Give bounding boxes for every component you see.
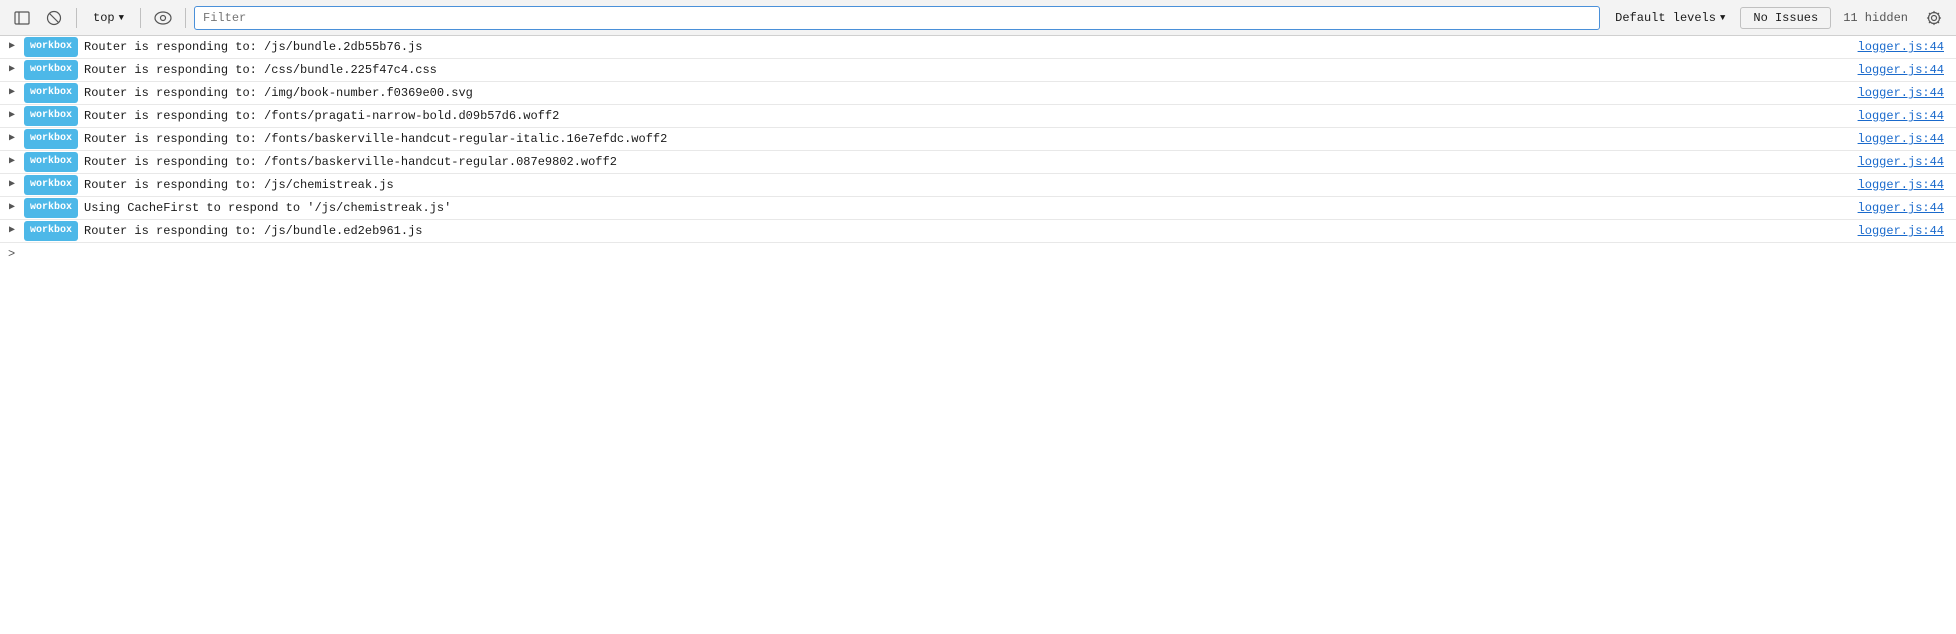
levels-button[interactable]: Default levels ▼	[1604, 7, 1736, 29]
log-entry: ▶ workbox Router is responding to: /font…	[0, 105, 1956, 128]
expand-arrow-7[interactable]: ▶	[0, 199, 24, 217]
bottom-prompt: >	[0, 243, 1956, 265]
log-message-3: Router is responding to: /fonts/pragati-…	[84, 107, 1842, 125]
log-entry: ▶ workbox Router is responding to: /img/…	[0, 82, 1956, 105]
log-list: ▶ workbox Router is responding to: /js/b…	[0, 36, 1956, 243]
workbox-badge-1: workbox	[24, 60, 78, 80]
prompt-arrow[interactable]: >	[8, 247, 15, 261]
console-settings-button[interactable]	[1920, 6, 1948, 30]
sidebar-toggle-icon	[14, 10, 30, 26]
log-entry: ▶ workbox Router is responding to: /js/b…	[0, 36, 1956, 59]
log-message-7: Using CacheFirst to respond to '/js/chem…	[84, 199, 1842, 217]
log-entry: ▶ workbox Router is responding to: /font…	[0, 128, 1956, 151]
clear-console-button[interactable]	[40, 6, 68, 30]
expand-arrow-4[interactable]: ▶	[0, 130, 24, 148]
workbox-badge-5: workbox	[24, 152, 78, 172]
log-message-2: Router is responding to: /img/book-numbe…	[84, 84, 1842, 102]
context-chevron-icon: ▼	[119, 13, 124, 23]
workbox-badge-0: workbox	[24, 37, 78, 57]
log-entry: ▶ workbox Using CacheFirst to respond to…	[0, 197, 1956, 220]
expand-arrow-6[interactable]: ▶	[0, 176, 24, 194]
workbox-badge-3: workbox	[24, 106, 78, 126]
log-message-4: Router is responding to: /fonts/baskervi…	[84, 130, 1842, 148]
log-source-6[interactable]: logger.js:44	[1842, 176, 1956, 194]
clear-icon	[46, 10, 62, 26]
log-message-5: Router is responding to: /fonts/baskervi…	[84, 153, 1842, 171]
log-source-8[interactable]: logger.js:44	[1842, 222, 1956, 240]
log-source-4[interactable]: logger.js:44	[1842, 130, 1956, 148]
sidebar-toggle-button[interactable]	[8, 6, 36, 30]
expand-arrow-3[interactable]: ▶	[0, 107, 24, 125]
expand-arrow-5[interactable]: ▶	[0, 153, 24, 171]
expand-arrow-8[interactable]: ▶	[0, 222, 24, 240]
log-source-2[interactable]: logger.js:44	[1842, 84, 1956, 102]
levels-label: Default levels	[1615, 11, 1716, 25]
log-source-1[interactable]: logger.js:44	[1842, 61, 1956, 79]
workbox-badge-2: workbox	[24, 83, 78, 103]
workbox-badge-7: workbox	[24, 198, 78, 218]
log-message-1: Router is responding to: /css/bundle.225…	[84, 61, 1842, 79]
context-selector-button[interactable]: top ▼	[85, 9, 132, 27]
log-entry: ▶ workbox Router is responding to: /js/c…	[0, 174, 1956, 197]
log-source-3[interactable]: logger.js:44	[1842, 107, 1956, 125]
eye-icon	[154, 11, 172, 25]
toolbar-divider-2	[140, 8, 141, 28]
log-source-5[interactable]: logger.js:44	[1842, 153, 1956, 171]
workbox-badge-8: workbox	[24, 221, 78, 241]
log-source-7[interactable]: logger.js:44	[1842, 199, 1956, 217]
toolbar-divider-1	[76, 8, 77, 28]
workbox-badge-4: workbox	[24, 129, 78, 149]
issues-label: No Issues	[1753, 11, 1818, 25]
console-toolbar: top ▼ Default levels ▼ No Issues 11 hidd…	[0, 0, 1956, 36]
levels-chevron-icon: ▼	[1720, 13, 1725, 23]
workbox-badge-6: workbox	[24, 175, 78, 195]
toolbar-divider-3	[185, 8, 186, 28]
context-label: top	[93, 11, 115, 25]
filter-input[interactable]	[194, 6, 1600, 30]
log-message-0: Router is responding to: /js/bundle.2db5…	[84, 38, 1842, 56]
log-message-8: Router is responding to: /js/bundle.ed2e…	[84, 222, 1842, 240]
expand-arrow-1[interactable]: ▶	[0, 61, 24, 79]
hidden-count: 11 hidden	[1835, 11, 1916, 25]
expand-arrow-2[interactable]: ▶	[0, 84, 24, 102]
log-entry: ▶ workbox Router is responding to: /css/…	[0, 59, 1956, 82]
log-message-6: Router is responding to: /js/chemistreak…	[84, 176, 1842, 194]
live-expressions-button[interactable]	[149, 6, 177, 30]
issues-button[interactable]: No Issues	[1740, 7, 1831, 29]
log-source-0[interactable]: logger.js:44	[1842, 38, 1956, 56]
log-entry: ▶ workbox Router is responding to: /js/b…	[0, 220, 1956, 243]
expand-arrow-0[interactable]: ▶	[0, 38, 24, 56]
gear-icon	[1926, 10, 1942, 26]
log-entry: ▶ workbox Router is responding to: /font…	[0, 151, 1956, 174]
